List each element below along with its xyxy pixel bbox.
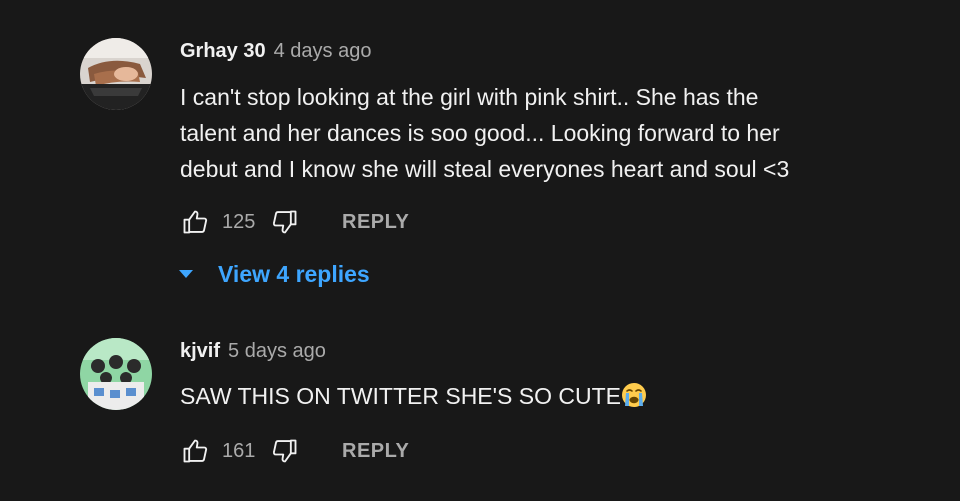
comment-text-line: talent and her dances is soo good... Loo… <box>180 120 780 146</box>
like-button[interactable] <box>180 207 210 237</box>
comment-actions: 125 REPLY <box>180 207 409 237</box>
loudly-crying-face-icon <box>622 383 646 407</box>
comment-header: Grhay 30 4 days ago <box>180 40 371 70</box>
reply-button[interactable]: REPLY <box>342 440 409 463</box>
dislike-button[interactable] <box>270 207 300 237</box>
comment-text-line: I can't stop looking at the girl with pi… <box>180 84 759 110</box>
thumbs-up-icon <box>183 210 208 234</box>
thumbs-up-icon <box>183 439 208 463</box>
like-count: 161 <box>222 439 256 462</box>
avatar[interactable] <box>80 38 152 110</box>
thumbs-down-icon <box>272 439 297 463</box>
author-name[interactable]: kjvif <box>180 340 220 363</box>
comment-header: kjvif 5 days ago <box>180 340 326 370</box>
comment-text-content: SAW THIS ON TWITTER SHE'S SO CUTE <box>180 383 621 409</box>
comment-text-line: SAW THIS ON TWITTER SHE'S SO CUTE <box>180 378 900 414</box>
author-name[interactable]: Grhay 30 <box>180 40 266 63</box>
comment-time[interactable]: 4 days ago <box>274 40 372 63</box>
comment-time[interactable]: 5 days ago <box>228 340 326 363</box>
avatar[interactable] <box>80 338 152 410</box>
thumbs-down-icon <box>272 210 297 234</box>
caret-down-icon <box>179 270 193 278</box>
comment-text: SAW THIS ON TWITTER SHE'S SO CUTE <box>180 378 900 414</box>
comment-text-line: debut and I know she will steal everyone… <box>180 156 790 182</box>
like-button[interactable] <box>180 436 210 466</box>
like-count: 125 <box>222 210 256 233</box>
reply-button[interactable]: REPLY <box>342 211 409 234</box>
comment-text: I can't stop looking at the girl with pi… <box>180 79 900 187</box>
view-replies-button[interactable]: View 4 replies <box>176 257 370 291</box>
comment-actions: 161 REPLY <box>180 436 409 466</box>
dislike-button[interactable] <box>270 436 300 466</box>
view-replies-label: View 4 replies <box>218 260 370 287</box>
